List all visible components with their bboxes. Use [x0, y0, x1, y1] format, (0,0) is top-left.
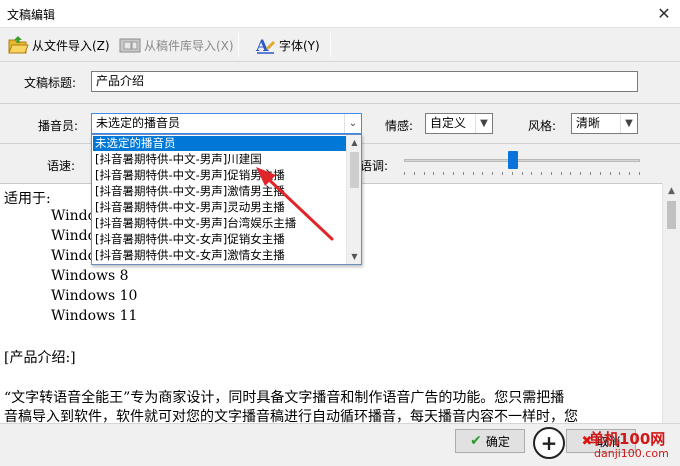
title-label: 文稿标题:: [24, 76, 77, 90]
slider-tick: [443, 172, 444, 175]
watermark-url: danji100.com: [594, 447, 669, 460]
content-line: 适用于:: [4, 191, 51, 207]
chevron-down-icon: ▼: [475, 114, 492, 133]
toolbar-separator: [238, 33, 239, 57]
slider-tick: [492, 172, 493, 175]
slider-tick: [404, 172, 405, 175]
import-from-file-label: 从文件导入(Z): [32, 38, 110, 53]
slider-tick: [600, 172, 601, 175]
font-button[interactable]: A 字体(Y): [251, 32, 323, 58]
slider-tick: [433, 172, 434, 175]
scroll-up-icon[interactable]: ▲: [663, 183, 680, 200]
slider-tick: [531, 172, 532, 175]
import-from-file-button[interactable]: 从文件导入(Z): [4, 32, 113, 58]
pitch-label: 语调:: [360, 159, 389, 173]
speed-label: 语速:: [47, 159, 76, 173]
content-line: Windows 10: [51, 288, 138, 304]
film-strip-icon: [119, 34, 141, 56]
import-from-library-button[interactable]: 从稿件库导入(X): [116, 32, 237, 58]
slider-tick: [482, 172, 483, 175]
content-line: Windows 11: [51, 308, 138, 324]
font-label: 字体(Y): [279, 38, 320, 53]
dropdown-scrollbar[interactable]: ▲ ▼: [346, 135, 361, 264]
watermark-logo: +: [533, 427, 565, 459]
annotation-arrow-icon: [256, 167, 334, 241]
dropdown-option[interactable]: [抖音暑期特供-中文-女声]激情女主播: [93, 248, 347, 263]
font-icon: A: [254, 34, 276, 56]
editor-scrollbar[interactable]: ▲: [662, 183, 680, 423]
style-label: 风格:: [528, 119, 557, 133]
slider-tick: [502, 172, 503, 175]
content-line: [产品介绍:]: [4, 350, 76, 366]
content-line: 音稿导入到软件，软件就可对您的文字播音稿进行自动循环播音，每天播音内容不一样时，…: [4, 409, 578, 423]
close-button[interactable]: ✕: [654, 4, 674, 24]
slider-tick: [473, 172, 474, 175]
announcer-selected-value: 未选定的播音员: [96, 116, 181, 130]
slider-tick: [619, 172, 620, 175]
toolbar-separator: [330, 33, 331, 57]
slider-tick: [463, 172, 464, 175]
announcer-select[interactable]: 未选定的播音员 ⌄: [91, 113, 362, 134]
slider-ticks: [404, 172, 640, 176]
slider-tick: [561, 172, 562, 175]
slider-tick: [639, 172, 640, 175]
watermark-brand: 单机100网: [589, 430, 666, 448]
content-line: “文字转语音全能王”专为商家设计，同时具备文字播音和制作语音广告的功能。您只需把…: [4, 390, 565, 406]
announcer-label: 播音员:: [38, 119, 79, 133]
ok-button[interactable]: ✔ 确定: [455, 429, 525, 453]
scroll-up-icon[interactable]: ▲: [347, 135, 361, 150]
pitch-slider-track[interactable]: [404, 159, 640, 162]
svg-text:A: A: [255, 36, 269, 55]
slider-tick: [424, 172, 425, 175]
slider-tick: [580, 172, 581, 175]
emotion-value: 自定义: [430, 116, 467, 130]
slider-tick: [541, 172, 542, 175]
style-select[interactable]: 清晰 ▼: [571, 113, 638, 134]
import-from-library-label: 从稿件库导入(X): [144, 38, 234, 53]
content-line: Windows 8: [51, 268, 129, 284]
dropdown-option[interactable]: 未选定的播音员: [93, 136, 347, 151]
chevron-down-icon: ▼: [620, 114, 637, 133]
toolbar: 从文件导入(Z) 从稿件库导入(X) A 字体(Y): [0, 28, 680, 62]
window-title: 文稿编辑: [7, 8, 56, 22]
folder-open-icon: [7, 34, 29, 56]
ok-label: 确定: [485, 434, 510, 449]
scrollbar-thumb[interactable]: [667, 201, 676, 229]
title-input[interactable]: 产品介绍: [91, 71, 638, 92]
emotion-select[interactable]: 自定义 ▼: [425, 113, 493, 134]
slider-tick: [590, 172, 591, 175]
emotion-label: 情感:: [385, 119, 414, 133]
slider-tick: [610, 172, 611, 175]
slider-tick: [570, 172, 571, 175]
scroll-down-icon[interactable]: ▼: [347, 249, 361, 264]
slider-tick: [629, 172, 630, 175]
slider-tick: [522, 172, 523, 175]
pitch-slider-thumb[interactable]: [508, 151, 518, 169]
dropdown-scrollbar-thumb[interactable]: [350, 152, 359, 188]
title-bar: 文稿编辑 ✕: [0, 0, 680, 28]
slider-tick: [512, 172, 513, 175]
divider: [0, 103, 680, 104]
slider-tick: [414, 172, 415, 175]
close-icon: ✕: [657, 4, 671, 23]
slider-tick: [453, 172, 454, 175]
checkmark-icon: ✔: [470, 433, 482, 449]
slider-tick: [551, 172, 552, 175]
style-value: 清晰: [576, 116, 601, 130]
chevron-down-icon: ⌄: [344, 114, 361, 133]
